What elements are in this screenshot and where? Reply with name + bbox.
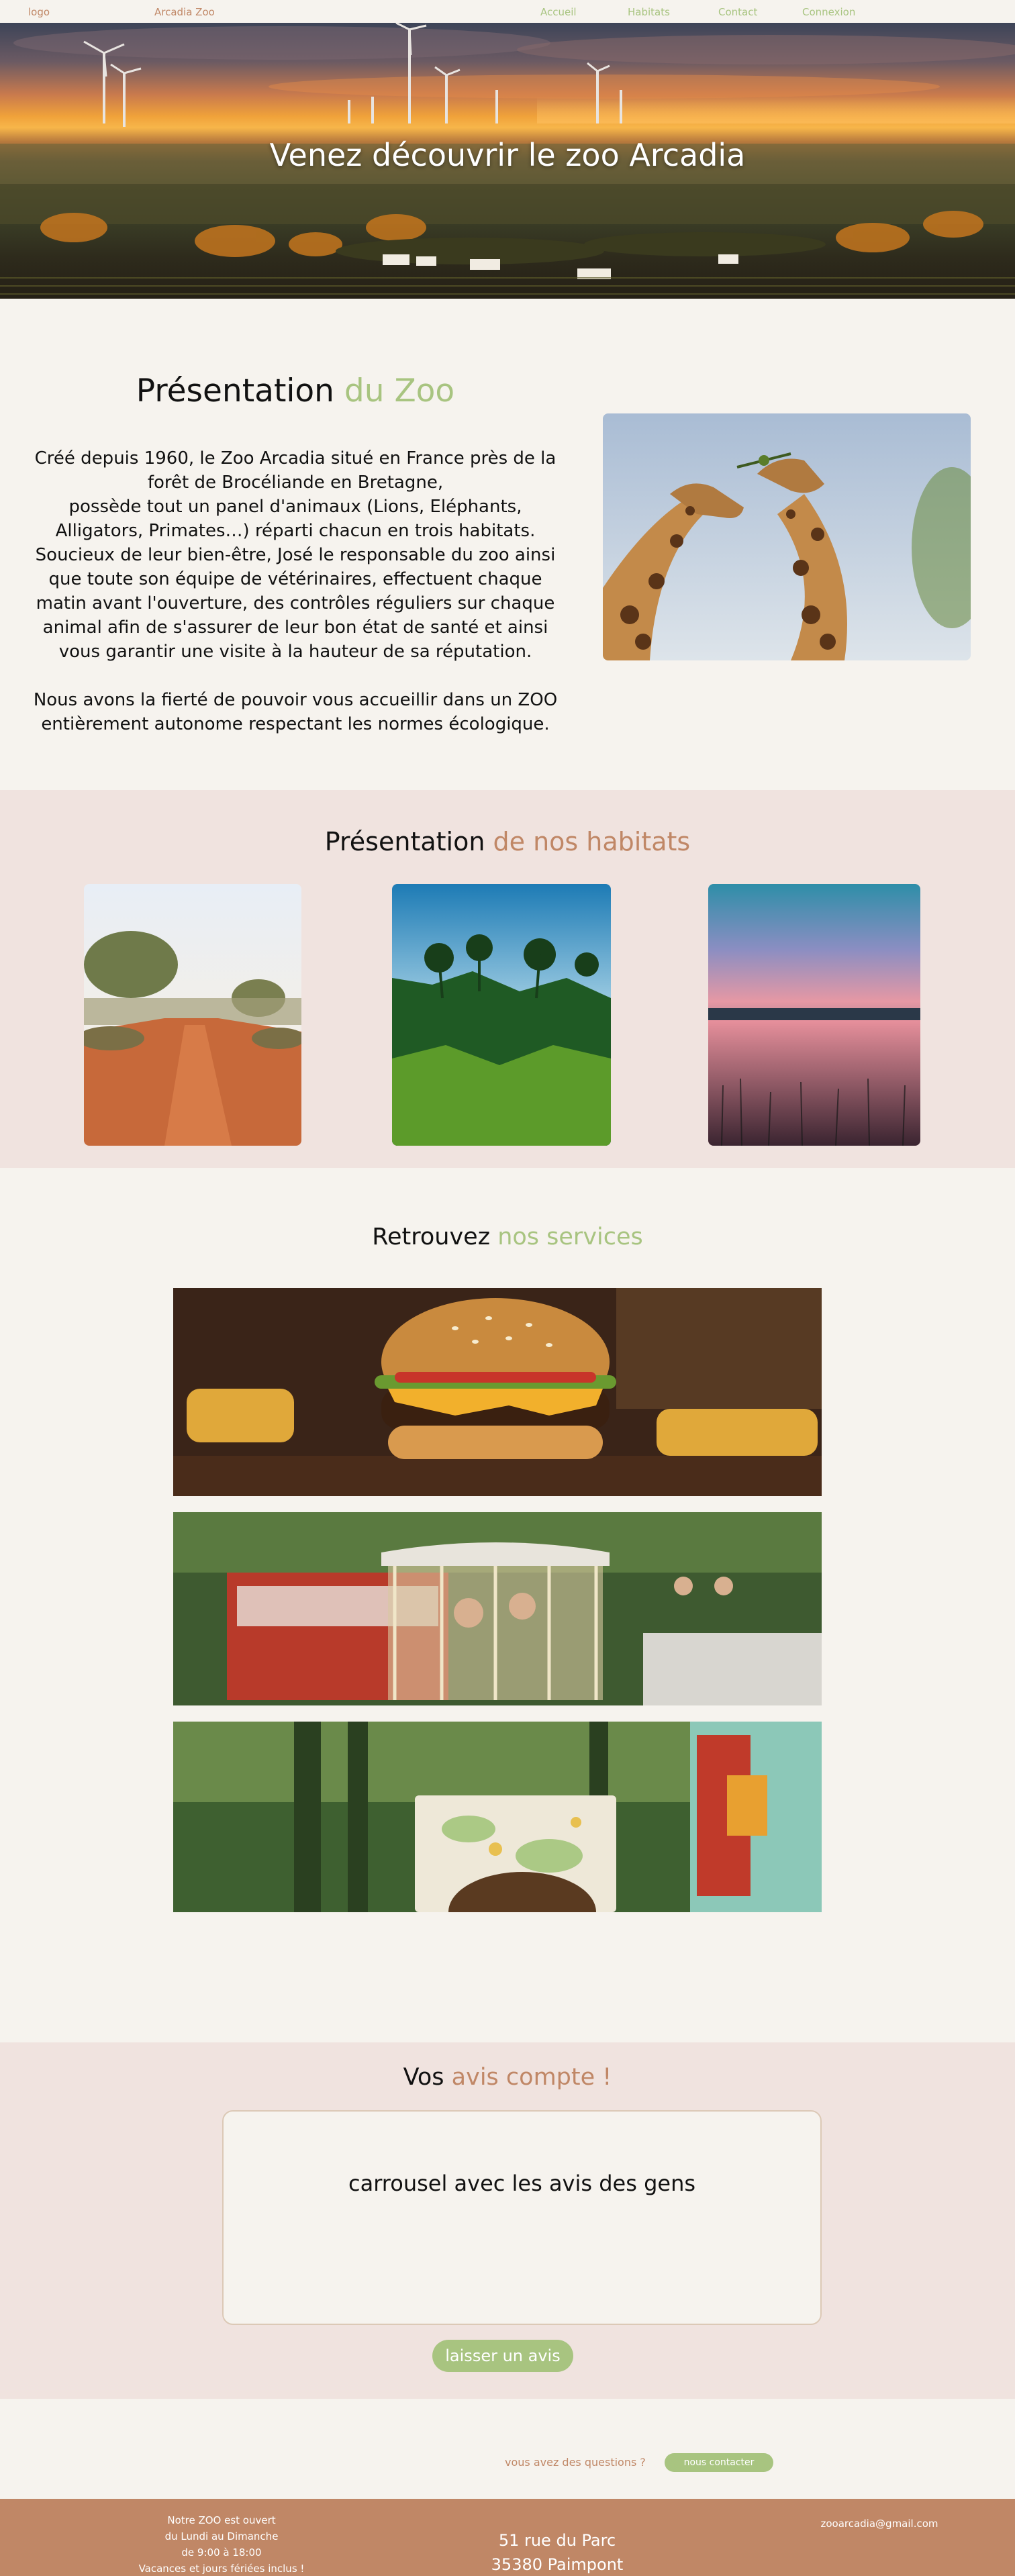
footer-hours-line: Notre ZOO est ouvert	[167, 2514, 276, 2526]
logo[interactable]: logo	[28, 6, 50, 18]
contact-us-button[interactable]: nous contacter	[665, 2453, 773, 2472]
services-title-main: Retrouvez	[372, 1224, 498, 1250]
presentation-paragraph: possède tout un panel d'animaux (Lions, …	[55, 497, 536, 541]
reviews-section: Vos avis compte ! carrousel avec les avi…	[0, 2042, 1015, 2399]
footer-address: 51 rue du Parc 35380 Paimpont	[456, 2528, 658, 2576]
footer-hours-line: du Lundi au Dimanche	[164, 2530, 279, 2542]
hero-banner: Venez découvrir le zoo Arcadia	[0, 23, 1015, 299]
reviews-title: Vos avis compte !	[0, 2064, 1015, 2091]
footer-address-street: 51 rue du Parc	[498, 2531, 616, 2550]
footer-address-city: 35380 Paimpont	[491, 2555, 624, 2574]
habitat-marsh-image[interactable]	[708, 884, 920, 1146]
hero-title: Venez découvrir le zoo Arcadia	[269, 137, 746, 173]
service-map-image[interactable]	[173, 1722, 822, 1912]
services-title: Retrouvez nos services	[0, 1224, 1015, 1250]
brand-name[interactable]: Arcadia Zoo	[154, 6, 215, 18]
presentation-text: Créé depuis 1960, le Zoo Arcadia situé e…	[27, 446, 564, 736]
nav-link-connexion[interactable]: Connexion	[802, 6, 855, 18]
footer-opening-hours: Notre ZOO est ouvert du Lundi au Dimanch…	[121, 2512, 322, 2576]
presentation-paragraph: Créé depuis 1960, le Zoo Arcadia situé e…	[34, 448, 557, 493]
presentation-title-main: Présentation	[136, 373, 344, 409]
habitat-jungle-image[interactable]	[392, 884, 611, 1146]
nav-link-habitats[interactable]: Habitats	[628, 6, 670, 18]
footer-email[interactable]: zooarcadia@gmail.com	[779, 2518, 980, 2530]
habitats-section: Présentation de nos habitats	[0, 790, 1015, 1168]
habitats-title-accent: de nos habitats	[493, 827, 691, 856]
service-train-image[interactable]	[173, 1512, 822, 1705]
nav-link-contact[interactable]: Contact	[718, 6, 757, 18]
habitats-title: Présentation de nos habitats	[0, 827, 1015, 856]
reviews-carousel-placeholder: carrousel avec les avis des gens	[348, 2171, 696, 2196]
footer-hours-line: de 9:00 à 18:00	[181, 2546, 262, 2559]
service-restaurant-image[interactable]	[173, 1288, 822, 1496]
footer: Notre ZOO est ouvert du Lundi au Dimanch…	[0, 2499, 1015, 2576]
questions-label: vous avez des questions ?	[505, 2456, 646, 2469]
services-title-accent: nos services	[497, 1224, 643, 1250]
reviews-title-main: Vos	[403, 2064, 452, 2091]
presentation-paragraph: Nous avons la fierté de pouvoir vous acc…	[33, 690, 558, 734]
presentation-title: Présentation du Zoo	[0, 373, 591, 409]
habitat-savanna-image[interactable]	[84, 884, 301, 1146]
reviews-carousel[interactable]: carrousel avec les avis des gens	[222, 2110, 822, 2325]
nav-link-accueil[interactable]: Accueil	[540, 6, 577, 18]
presentation-title-accent: du Zoo	[344, 373, 455, 409]
reviews-title-accent: avis compte !	[451, 2064, 612, 2091]
giraffe-image	[603, 413, 971, 660]
leave-review-button[interactable]: laisser un avis	[432, 2340, 573, 2372]
top-navbar: logo Arcadia Zoo Accueil Habitats Contac…	[0, 0, 1015, 23]
footer-hours-line: Vacances et jours fériées inclus !	[138, 2563, 305, 2575]
habitats-title-main: Présentation	[324, 827, 493, 856]
presentation-paragraph: Soucieux de leur bien-être, José le resp…	[35, 545, 556, 662]
